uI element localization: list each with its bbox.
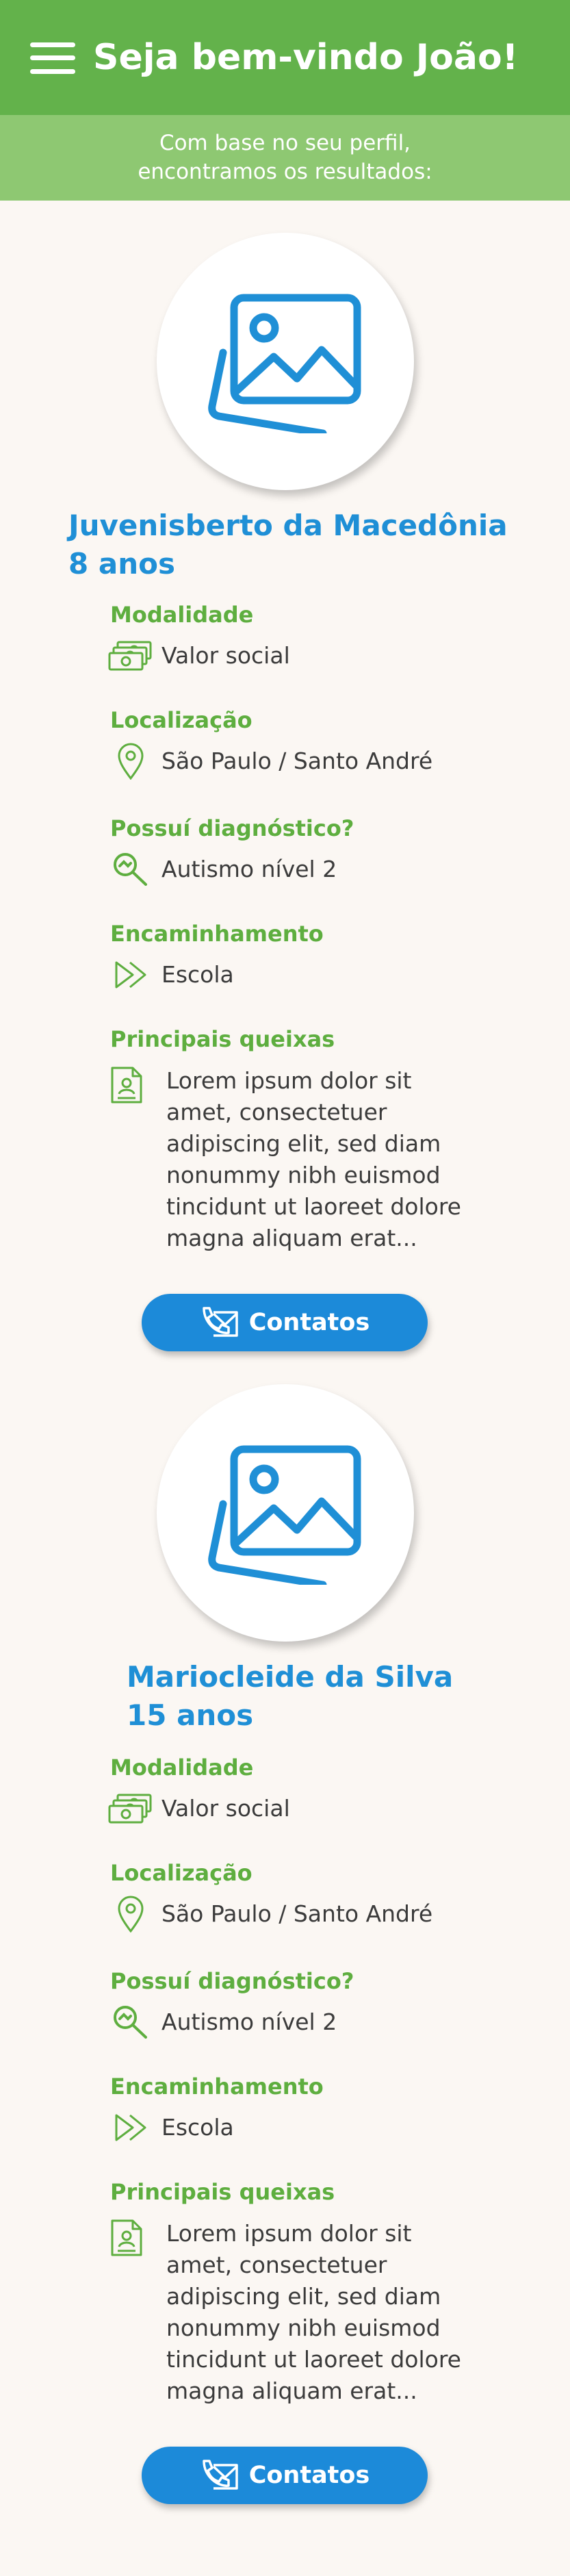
complaints-line: adipiscing elit, sed diam — [166, 1130, 441, 1157]
complaints-text: Lorem ipsum dolor sit amet, consectetuer… — [166, 1065, 467, 1254]
modality-row: Valor social — [107, 637, 290, 675]
referral-row: Escola — [107, 956, 234, 994]
referral-label: Encaminhamento — [110, 2074, 324, 2100]
document-icon — [109, 2218, 144, 2260]
profile-name-line: Mariocleide da Silva — [127, 1660, 454, 1694]
location-value: São Paulo / Santo André — [161, 1900, 433, 1927]
profile-name: Juvenisberto da Macedônia 8 anos — [68, 507, 508, 583]
document-icon — [109, 1065, 144, 1108]
magnifier-icon — [107, 2003, 155, 2041]
complaints-line: nonummy nibh euismod — [166, 2314, 441, 2341]
complaints-label: Principais queixas — [110, 1026, 335, 1052]
avatar — [157, 233, 414, 490]
complaints-line: magna aliquam erat... — [166, 2377, 417, 2404]
profile-name-line: Juvenisberto da Macedônia — [68, 509, 508, 542]
double-arrow-icon — [107, 956, 155, 994]
results-intro-line2: encontramos os resultados: — [138, 160, 432, 184]
referral-label: Encaminhamento — [110, 921, 324, 947]
location-value: São Paulo / Santo André — [161, 748, 433, 774]
money-stack-icon — [107, 1789, 155, 1828]
results-intro: Com base no seu perfil, encontramos os r… — [0, 115, 570, 201]
contacts-button-label: Contatos — [248, 2462, 370, 2489]
page-title: Seja bem-vindo João! — [93, 37, 519, 78]
modality-value: Valor social — [161, 1795, 290, 1822]
phone-envelope-icon — [200, 2458, 239, 2492]
referral-value: Escola — [161, 961, 234, 988]
location-row: São Paulo / Santo André — [107, 742, 432, 780]
modality-label: Modalidade — [110, 1755, 254, 1781]
results-intro-line1: Com base no seu perfil, — [159, 131, 411, 155]
referral-value: Escola — [161, 2114, 234, 2141]
contacts-button[interactable]: Contatos — [142, 2447, 428, 2504]
modality-row: Valor social — [107, 1789, 290, 1828]
double-arrow-icon — [107, 2108, 155, 2147]
top-bar: Seja bem-vindo João! — [0, 0, 570, 115]
image-placeholder-icon — [208, 294, 361, 433]
complaints-line: Lorem ipsum dolor sit — [166, 2220, 412, 2247]
modality-label: Modalidade — [110, 602, 254, 628]
image-placeholder-icon — [208, 1445, 361, 1585]
complaints-line: Lorem ipsum dolor sit — [166, 1067, 412, 1094]
complaints-line: adipiscing elit, sed diam — [166, 2283, 441, 2310]
location-label: Localização — [110, 1860, 252, 1886]
diagnosis-value: Autismo nível 2 — [161, 856, 337, 882]
complaints-label: Principais queixas — [110, 2179, 335, 2205]
complaints-line: magna aliquam erat... — [166, 1225, 417, 1251]
profile-age: 15 anos — [127, 1698, 254, 1732]
money-stack-icon — [107, 637, 155, 675]
contacts-button-label: Contatos — [248, 1309, 370, 1336]
location-label: Localização — [110, 707, 252, 733]
referral-row: Escola — [107, 2108, 234, 2147]
location-pin-icon — [107, 742, 155, 780]
diagnosis-label: Possuí diagnóstico? — [110, 1968, 354, 1994]
avatar — [157, 1384, 414, 1642]
complaints-text: Lorem ipsum dolor sit amet, consectetuer… — [166, 2218, 467, 2407]
diagnosis-value: Autismo nível 2 — [161, 2008, 337, 2035]
location-row: São Paulo / Santo André — [107, 1895, 432, 1933]
phone-envelope-icon — [200, 1305, 239, 1340]
complaints-line: amet, consectetuer — [166, 2252, 387, 2278]
complaints-line: nonummy nibh euismod — [166, 1162, 441, 1188]
magnifier-icon — [107, 850, 155, 889]
profile-name: Mariocleide da Silva 15 anos — [127, 1658, 453, 1735]
result-card: Juvenisberto da Macedônia 8 anos Modalid… — [0, 233, 570, 1355]
result-card: Mariocleide da Silva 15 anos Modalidade … — [0, 1384, 570, 2534]
complaints-line: tincidunt ut laoreet dolore — [166, 1193, 461, 1220]
location-pin-icon — [107, 1895, 155, 1933]
complaints-line: tincidunt ut laoreet dolore — [166, 2346, 461, 2373]
menu-icon[interactable] — [30, 42, 75, 74]
profile-age: 8 anos — [68, 547, 175, 581]
diagnosis-row: Autismo nível 2 — [107, 2003, 337, 2041]
contacts-button[interactable]: Contatos — [142, 1294, 428, 1351]
modality-value: Valor social — [161, 642, 290, 669]
diagnosis-label: Possuí diagnóstico? — [110, 815, 354, 841]
diagnosis-row: Autismo nível 2 — [107, 850, 337, 889]
complaints-line: amet, consectetuer — [166, 1099, 387, 1125]
